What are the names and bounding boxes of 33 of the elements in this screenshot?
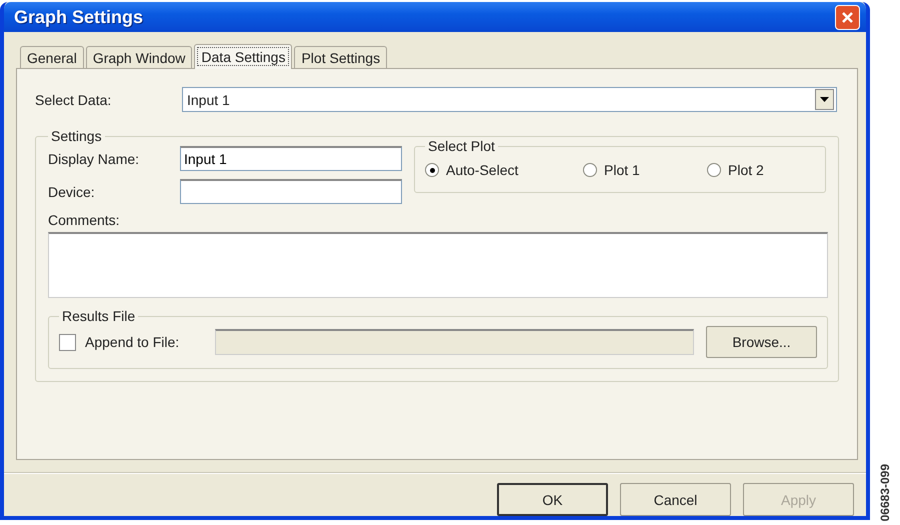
field-label: Select Data: <box>35 92 112 108</box>
tab[interactable]: General <box>20 46 84 68</box>
radio-label: Auto-Select <box>446 162 518 178</box>
group-title: Results File <box>61 308 136 324</box>
caret-icon <box>820 97 829 102</box>
checkbox-label: Append to File: <box>85 334 180 350</box>
field-label: Display Name: <box>48 150 140 166</box>
radio-label: Plot 2 <box>728 162 764 178</box>
radio-label: Plot 1 <box>604 162 640 178</box>
dialog-button[interactable]: OK <box>497 483 608 516</box>
device-field[interactable] <box>180 179 402 204</box>
radio-option[interactable]: Auto-Select <box>425 162 583 178</box>
tab[interactable]: Data Settings <box>194 44 292 69</box>
close-icon <box>841 10 854 24</box>
display-name-field[interactable]: Input 1 <box>180 146 402 171</box>
radio-option[interactable]: Plot 2 <box>707 162 807 178</box>
dialog-button[interactable]: Cancel <box>620 483 731 516</box>
data-dropdown[interactable]: Input 1 <box>182 87 837 112</box>
group-title: Select Plot <box>427 138 496 154</box>
comments-field[interactable] <box>48 232 828 298</box>
tab[interactable]: Graph Window <box>86 46 192 68</box>
dropdown-button[interactable] <box>815 89 834 110</box>
checkbox[interactable] <box>59 334 76 350</box>
tab[interactable]: Plot Settings <box>294 46 388 68</box>
dropdown-value: Input 1 <box>187 92 230 108</box>
field-label: Comments: <box>48 212 120 228</box>
radio-option[interactable]: Plot 1 <box>583 162 707 178</box>
window-title: Graph Settings <box>14 6 144 28</box>
close-button[interactable] <box>835 4 860 30</box>
group-title: Settings <box>50 128 103 144</box>
field-label: Device: <box>48 184 96 200</box>
figure-number: 06683-099 <box>878 464 892 521</box>
browse-button[interactable]: Browse... <box>706 326 817 358</box>
